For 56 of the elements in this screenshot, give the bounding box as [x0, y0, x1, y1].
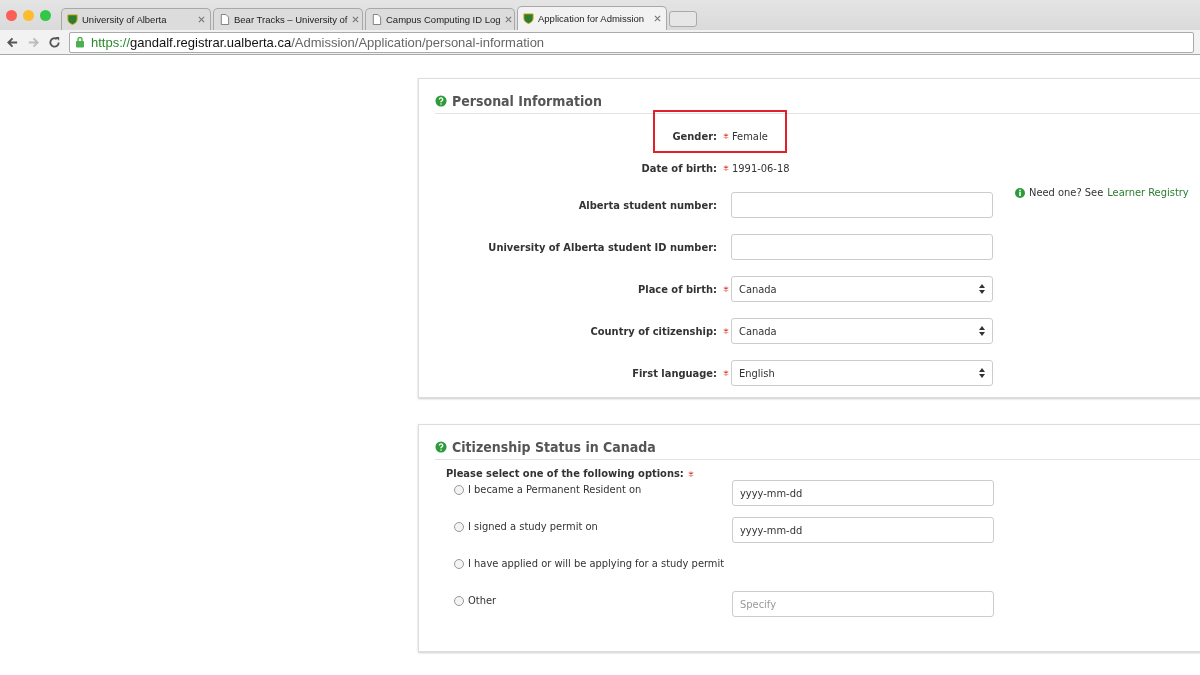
browser-tab[interactable]: Campus Computing ID Log — [365, 8, 515, 30]
new-tab-button[interactable] — [669, 11, 697, 27]
option-label[interactable]: I signed a study permit on — [468, 520, 598, 533]
input-field[interactable]: yyyy-mm-dd — [732, 480, 994, 506]
field-label: Date of birth: — [641, 161, 717, 175]
select-dropdown[interactable]: Canada — [731, 318, 993, 344]
option-label[interactable]: I became a Permanent Resident on — [468, 483, 642, 496]
radio-button[interactable] — [454, 558, 464, 569]
field-value: 1991-06-18 — [731, 161, 790, 175]
field-label: Country of citizenship: — [590, 324, 717, 338]
question-text: Please select one of the following options: — [446, 467, 684, 480]
browser-tab[interactable]: Application for Admission — [517, 6, 667, 30]
updown-arrows-icon — [979, 368, 985, 378]
close-tab-icon[interactable] — [351, 16, 359, 23]
help-text: Need one? See — [1029, 186, 1104, 199]
info-icon — [1015, 187, 1025, 198]
minimize-window-icon[interactable] — [23, 9, 34, 21]
select-dropdown[interactable]: English — [731, 360, 993, 386]
select-dropdown[interactable]: Canada — [731, 276, 993, 302]
field-label: Gender: — [672, 129, 717, 143]
browser-tab[interactable]: University of Alberta — [61, 8, 211, 30]
zoom-window-icon[interactable] — [40, 9, 51, 21]
section-title: Citizenship Status in Canada — [452, 439, 656, 455]
input-field[interactable]: yyyy-mm-dd — [732, 517, 994, 543]
shield-icon — [67, 14, 78, 25]
field-label: First language: — [632, 366, 717, 380]
forward-icon[interactable] — [27, 35, 40, 49]
section-title: Personal Information — [452, 93, 602, 109]
browser-tab[interactable]: Bear Tracks – University of — [213, 8, 363, 30]
field-label: Place of birth: — [638, 282, 717, 296]
updown-arrows-icon — [979, 284, 985, 294]
option-label[interactable]: Other — [468, 594, 497, 607]
radio-button[interactable] — [454, 595, 464, 606]
reload-icon[interactable] — [48, 35, 61, 49]
field-value: Female — [731, 129, 768, 143]
field-label: University of Alberta student ID number: — [488, 240, 717, 254]
help-icon[interactable] — [435, 95, 447, 107]
close-window-icon[interactable] — [6, 9, 17, 21]
updown-arrows-icon — [979, 326, 985, 336]
back-icon[interactable] — [6, 35, 19, 49]
shield-icon — [523, 13, 534, 24]
page-icon — [371, 14, 382, 25]
option-label[interactable]: I have applied or will be applying for a study permit — [468, 557, 725, 570]
address-bar[interactable]: https://gandalf.registrar.ualberta.ca/Admission/Application/personal-information — [69, 31, 1194, 53]
close-tab-icon[interactable] — [198, 16, 205, 23]
radio-button[interactable] — [454, 484, 464, 495]
input-field[interactable] — [731, 234, 993, 260]
learner-registry-link[interactable]: Learner Registry — [1107, 186, 1189, 199]
close-tab-icon[interactable] — [504, 16, 512, 23]
input-field[interactable] — [731, 192, 993, 218]
lock-icon — [75, 36, 85, 48]
page-icon — [219, 14, 230, 25]
close-tab-icon[interactable] — [654, 15, 661, 22]
field-label: Alberta student number: — [578, 198, 717, 212]
help-icon[interactable] — [435, 441, 447, 453]
radio-button[interactable] — [454, 521, 464, 532]
